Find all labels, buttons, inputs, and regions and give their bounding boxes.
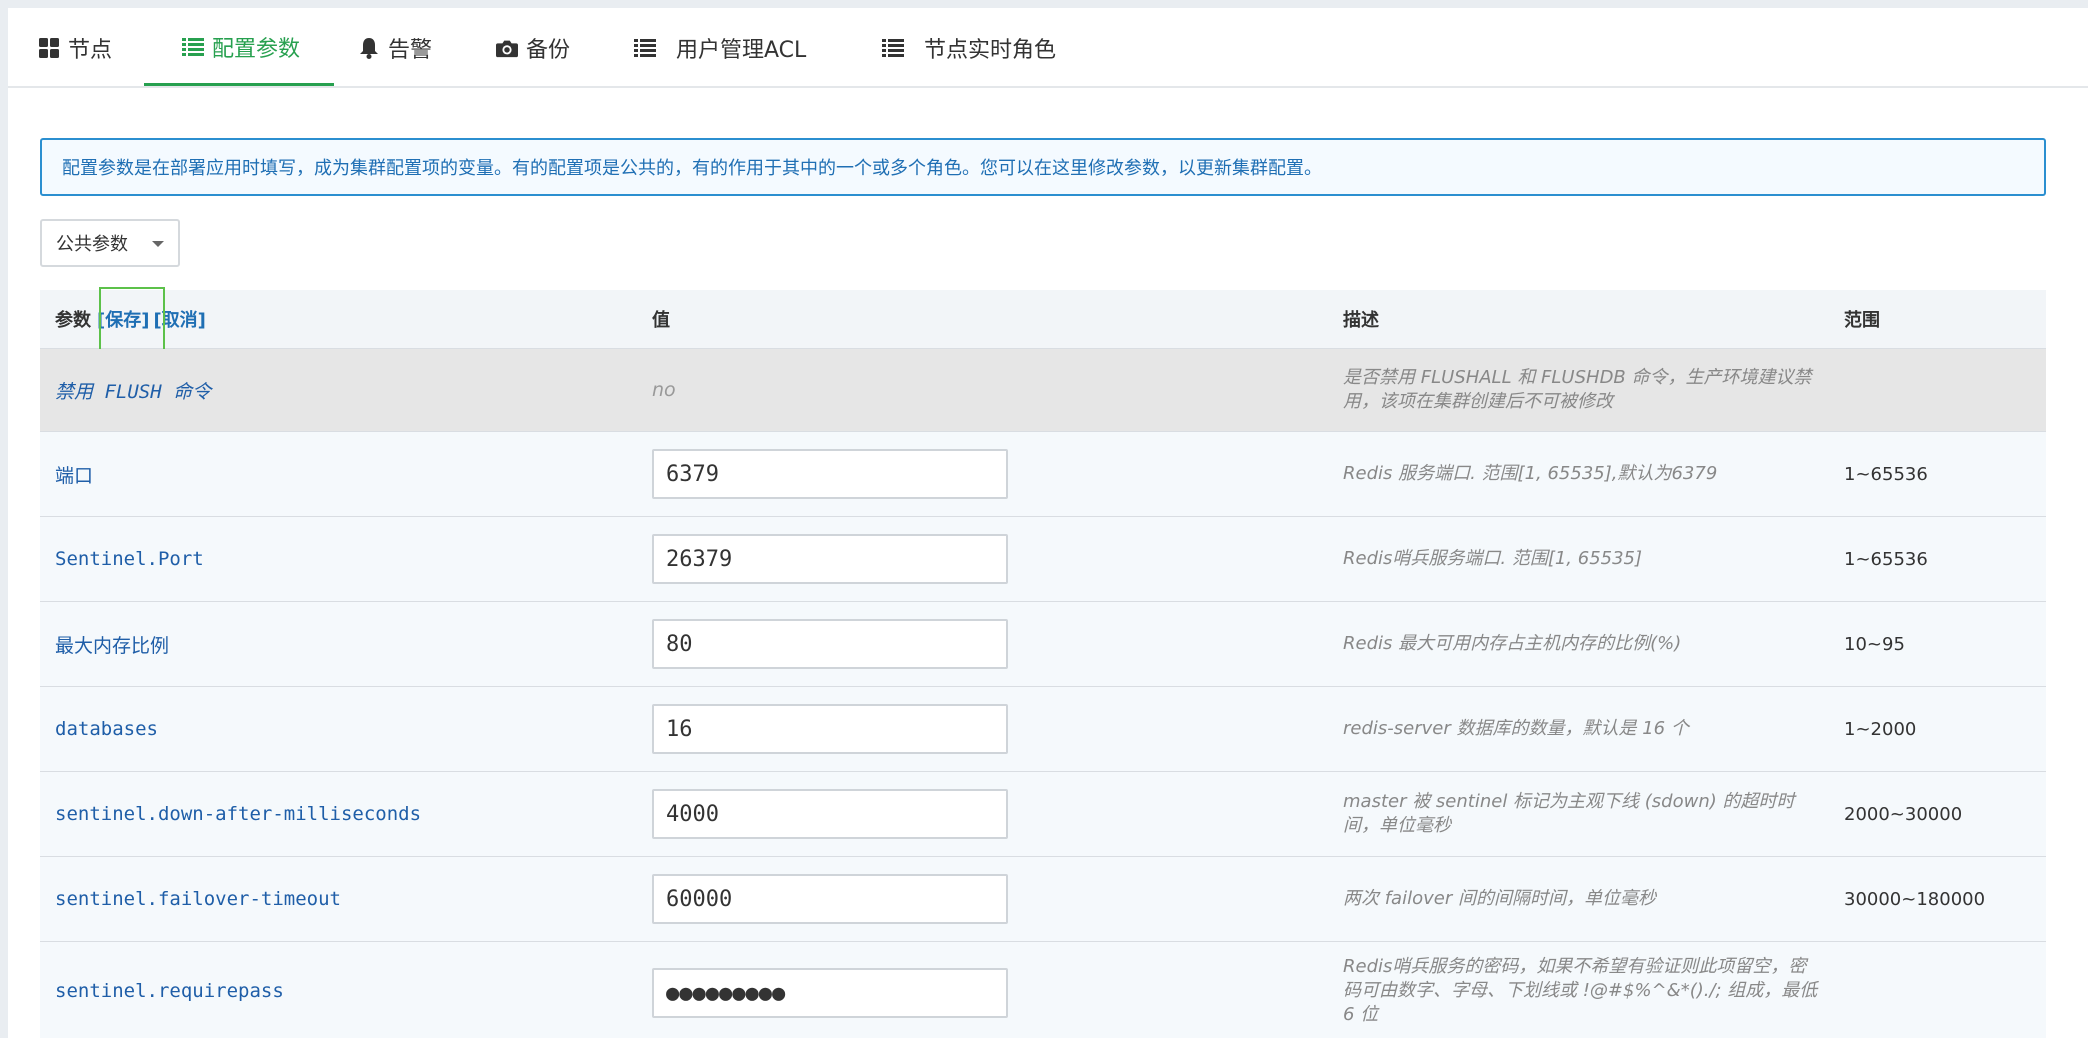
tab-label: 告警 (388, 38, 433, 63)
bell-icon (358, 37, 380, 59)
param-value-input[interactable] (652, 449, 1008, 499)
param-value-input[interactable] (652, 704, 1008, 754)
header-value: 值 (652, 310, 670, 331)
param-value-input[interactable] (652, 789, 1008, 839)
page: 节点 配置参数 告警 备份 用户管理ACL 节点实时角色 配置参数是在部署应用时… (8, 8, 2088, 1038)
param-range: 1~65536 (1844, 463, 1928, 485)
camera-icon (496, 37, 518, 59)
table-row: sentinel.failover-timeout 两次 failover 间的… (40, 857, 2046, 942)
tab-label: 配置参数 (212, 36, 301, 62)
list-icon (634, 37, 656, 59)
table-row: sentinel.down-after-milliseconds master … (40, 772, 2046, 857)
header-desc: 描述 (1343, 310, 1379, 331)
param-name: 禁用 FLUSH 命令 (55, 380, 212, 403)
tab-alarm[interactable]: 告警 (358, 8, 432, 86)
tab-label: 用户管理ACL (676, 38, 807, 63)
param-desc: master 被 sentinel 标记为主观下线 (sdown) 的超时时间，… (1343, 791, 1795, 836)
save-highlight-box (99, 287, 165, 351)
grid-icon (38, 37, 60, 59)
info-alert: 配置参数是在部署应用时填写，成为集群配置项的变量。有的配置项是公共的，有的作用于… (40, 138, 2046, 196)
table-row: 禁用 FLUSH 命令 no 是否禁用 FLUSHALL 和 FLUSHDB 命… (40, 349, 2046, 432)
param-name: sentinel.down-after-milliseconds (55, 803, 422, 825)
table-row: 端口 Redis 服务端口. 范围[1, 65535],默认为6379 1~65… (40, 432, 2046, 517)
tab-bar: 节点 配置参数 告警 备份 用户管理ACL 节点实时角色 (8, 8, 2088, 88)
param-range: 10~95 (1844, 633, 1905, 655)
param-name: 端口 (55, 464, 94, 487)
param-name: 最大内存比例 (55, 634, 170, 657)
header-range: 范围 (1844, 310, 1880, 331)
table-row: 最大内存比例 Redis 最大可用内存占主机内存的比例(%) 10~95 (40, 602, 2046, 687)
param-value-input[interactable] (652, 534, 1008, 584)
select-value: 公共参数 (56, 234, 128, 255)
tab-label: 节点实时角色 (924, 38, 1057, 63)
param-value-input[interactable] (652, 619, 1008, 669)
list-icon (182, 36, 204, 58)
param-range: 30000~180000 (1844, 888, 1986, 910)
param-name: Sentinel.Port (55, 548, 204, 570)
param-range: 1~65536 (1844, 548, 1928, 570)
tab-backup[interactable]: 备份 (496, 8, 570, 86)
param-desc: Redis哨兵服务端口. 范围[1, 65535] (1343, 548, 1643, 569)
table-header: 参数 [保存] [取消] 值 描述 范围 (40, 287, 2046, 351)
param-desc: redis-server 数据库的数量，默认是 16 个 (1343, 718, 1689, 739)
param-desc: Redis 服务端口. 范围[1, 65535],默认为6379 (1343, 463, 1718, 484)
param-name: sentinel.requirepass (55, 980, 284, 1002)
param-desc: Redis 最大可用内存占主机内存的比例(%) (1343, 633, 1682, 654)
param-name: databases (55, 718, 158, 740)
param-desc: Redis哨兵服务的密码，如果不希望有验证则此项留空，密码可由数字、字母、下划线… (1343, 956, 1818, 1025)
params-table: 参数 [保存] [取消] 值 描述 范围 禁用 FLUSH 命令 no 是否禁用 F… (40, 287, 2046, 1038)
tab-config-params[interactable]: 配置参数 (144, 8, 334, 86)
info-text: 配置参数是在部署应用时填写，成为集群配置项的变量。有的配置项是公共的，有的作用于… (62, 158, 1322, 179)
param-value: no (652, 379, 676, 401)
list-icon (882, 37, 904, 59)
header-param-label: 参数 (55, 310, 91, 331)
caret-down-icon (152, 241, 164, 247)
tab-nodes[interactable]: 节点 (38, 8, 112, 86)
tab-user-acl[interactable]: 用户管理ACL (634, 8, 806, 86)
param-range: 2000~30000 (1844, 803, 1963, 825)
password-input[interactable] (652, 968, 1008, 1018)
table-row: databases redis-server 数据库的数量，默认是 16 个 1… (40, 687, 2046, 772)
param-desc: 是否禁用 FLUSHALL 和 FLUSHDB 命令，生产环境建议禁用，该项在集… (1343, 367, 1812, 412)
param-group-select[interactable]: 公共参数 (40, 219, 180, 267)
param-value-input[interactable] (652, 874, 1008, 924)
table-row: Sentinel.Port Redis哨兵服务端口. 范围[1, 65535] … (40, 517, 2046, 602)
table-row: sentinel.requirepass Redis哨兵服务的密码，如果不希望有… (40, 942, 2046, 1038)
param-name: sentinel.failover-timeout (55, 888, 341, 910)
tab-node-realtime-role[interactable]: 节点实时角色 (882, 8, 1056, 86)
param-desc: 两次 failover 间的间隔时间，单位毫秒 (1343, 888, 1656, 909)
tab-label: 节点 (68, 38, 113, 63)
param-range: 1~2000 (1844, 718, 1917, 740)
tab-label: 备份 (526, 38, 571, 63)
